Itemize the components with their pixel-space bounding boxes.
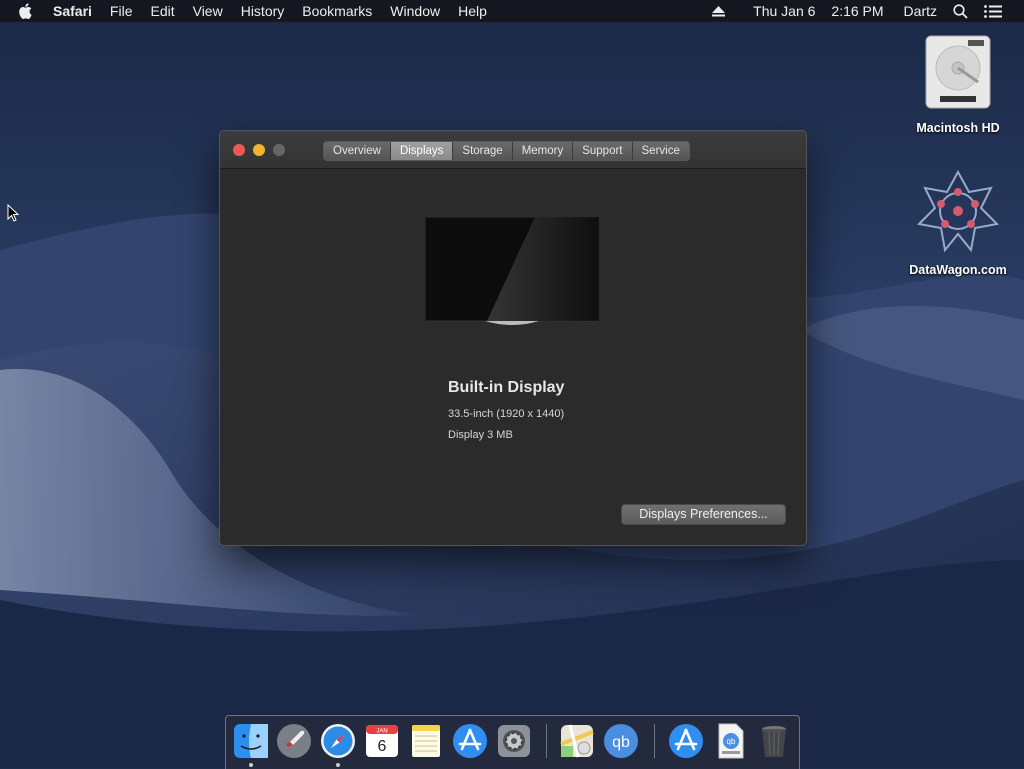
app-store-icon — [669, 724, 703, 758]
mouse-cursor-icon — [7, 204, 19, 222]
menu-view[interactable]: View — [184, 0, 232, 22]
desktop-icon-label: Macintosh HD — [916, 121, 1000, 135]
dock-item-safari[interactable] — [319, 722, 357, 760]
dock-item-calendar[interactable]: JAN 6 — [363, 722, 401, 760]
svg-text:qb: qb — [727, 737, 736, 746]
dock-item-system-preferences[interactable] — [495, 722, 533, 760]
dock-item-notes[interactable] — [407, 722, 445, 760]
display-resolution: 33.5-inch (1920 x 1440) — [448, 408, 565, 420]
menubar-date[interactable]: Thu Jan 6 — [745, 0, 823, 22]
desktop-icon-datawagon[interactable]: DataWagon.com — [903, 168, 1013, 277]
dock-item-launchpad[interactable] — [275, 722, 313, 760]
tab-support[interactable]: Support — [573, 142, 633, 160]
dock-separator — [654, 724, 655, 758]
display-memory: Display 3 MB — [448, 429, 513, 441]
display-monitor-icon — [425, 217, 599, 325]
tab-displays[interactable]: Displays — [390, 142, 454, 160]
menu-help[interactable]: Help — [449, 0, 496, 22]
close-button[interactable] — [233, 144, 245, 156]
notes-icon — [412, 725, 440, 757]
torrent-file-icon: qb — [718, 723, 744, 759]
menu-file[interactable]: File — [101, 0, 142, 22]
menu-bookmarks[interactable]: Bookmarks — [293, 0, 381, 22]
dock-item-app-store[interactable] — [451, 722, 489, 760]
tab-storage[interactable]: Storage — [453, 142, 513, 160]
menu-edit[interactable]: Edit — [141, 0, 183, 22]
menu-bar: Safari File Edit View History Bookmarks … — [0, 0, 1024, 22]
calendar-month: JAN — [376, 729, 387, 735]
dock-item-finder[interactable] — [232, 722, 270, 760]
tab-overview[interactable]: Overview — [324, 142, 391, 160]
notification-center-icon[interactable] — [976, 4, 1010, 18]
apple-menu-icon[interactable] — [18, 3, 38, 19]
launchpad-rocket-icon — [277, 724, 311, 758]
zoom-button — [273, 144, 285, 156]
dock-item-maps[interactable] — [558, 722, 596, 760]
spotlight-search-icon[interactable] — [945, 3, 976, 19]
dock: JAN 6 qb qb — [225, 715, 800, 769]
menubar-user[interactable]: Dartz — [896, 0, 945, 22]
running-indicator — [336, 763, 340, 767]
datawagon-logo-icon — [916, 169, 1000, 253]
safari-compass-icon — [321, 724, 355, 758]
calendar-day: 6 — [378, 738, 387, 755]
displays-preferences-button[interactable]: Displays Preferences... — [621, 504, 786, 525]
desktop-icon-macintosh-hd[interactable]: Macintosh HD — [903, 32, 1013, 135]
dock-item-trash[interactable] — [755, 722, 793, 760]
segmented-tabs: Overview Displays Storage Memory Support… — [323, 141, 690, 161]
tab-memory[interactable]: Memory — [512, 142, 574, 160]
dock-item-app-store-downloads[interactable] — [667, 722, 705, 760]
eject-icon[interactable] — [704, 5, 733, 17]
app-store-icon — [453, 724, 487, 758]
dock-separator — [546, 724, 547, 758]
minimize-button[interactable] — [253, 144, 265, 156]
maps-icon — [560, 724, 594, 758]
menu-app-name[interactable]: Safari — [44, 0, 101, 22]
desktop-icon-label: DataWagon.com — [909, 263, 1007, 277]
calendar-icon: JAN 6 — [366, 725, 398, 757]
svg-text:qb: qb — [612, 734, 630, 751]
dock-item-torrent-file[interactable]: qb — [711, 722, 749, 760]
qbittorrent-icon: qb — [604, 724, 638, 758]
system-preferences-gear-icon — [498, 725, 530, 757]
finder-icon — [234, 724, 268, 758]
hard-drive-icon — [925, 35, 991, 109]
trash-icon — [762, 726, 786, 757]
window-titlebar[interactable]: Overview Displays Storage Memory Support… — [220, 131, 806, 169]
menu-history[interactable]: History — [232, 0, 294, 22]
display-name: Built-in Display — [448, 379, 565, 396]
menu-window[interactable]: Window — [381, 0, 449, 22]
menubar-time[interactable]: 2:16 PM — [823, 0, 891, 22]
about-this-mac-window: Overview Displays Storage Memory Support… — [219, 130, 807, 546]
tab-service[interactable]: Service — [632, 142, 689, 160]
running-indicator — [249, 763, 253, 767]
dock-item-qbittorrent[interactable]: qb — [602, 722, 640, 760]
